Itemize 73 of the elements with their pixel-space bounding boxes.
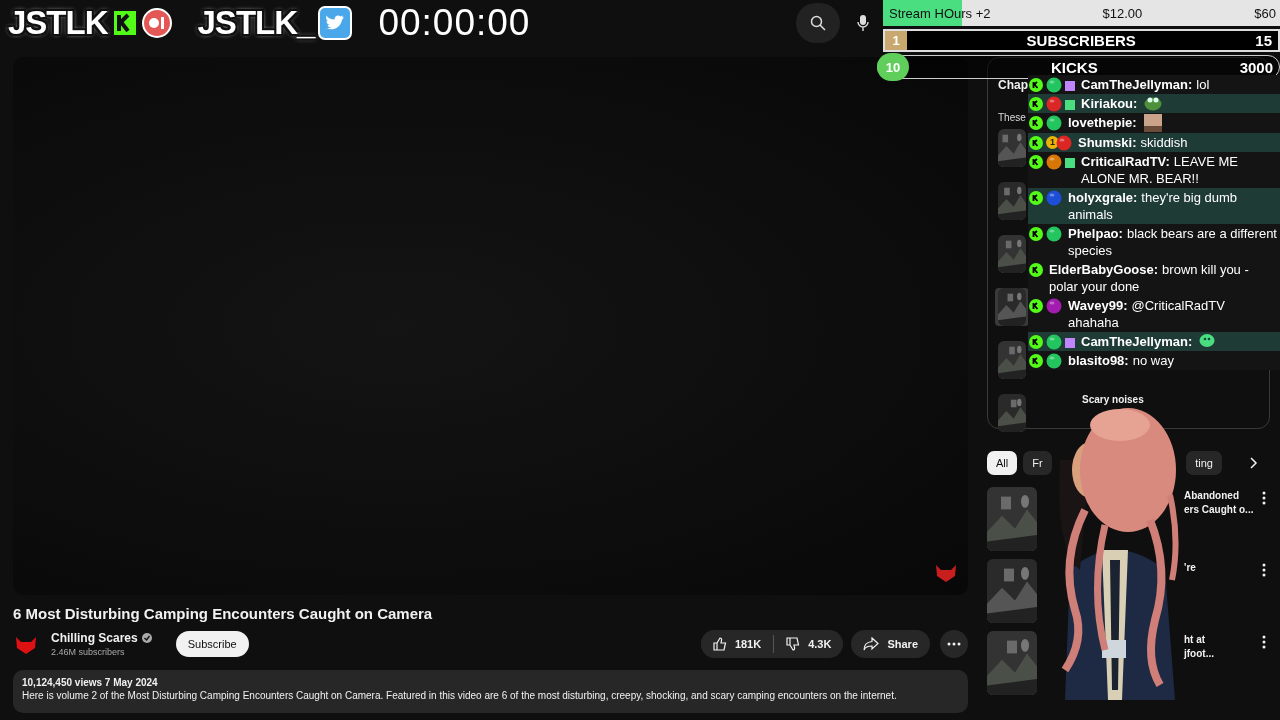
goal-amount: $12.00 [1102,5,1143,21]
thumbs-up-icon [712,637,727,651]
filter-chip[interactable]: ting [1186,451,1222,475]
filter-chip[interactable]: All [987,451,1018,475]
video-title-fragment[interactable]: 're [1184,561,1254,575]
chapter-title: Scary noises [1082,394,1144,405]
more-vertical-icon[interactable] [1262,563,1266,577]
description-text: Here is volume 2 of the Most Disturbing Camping Encounters Caught on Camera. Featured in this video are 6 of the most disturbing, creepy, shocking, and scary camping encounters on the internet. [22,690,898,701]
chapter-item[interactable] [995,288,1029,326]
kicks-badge: 10 [877,53,909,81]
kick-badge-icon [1029,298,1043,313]
photo-emote-icon [1143,114,1162,132]
chat-message: blasito98: no way [1068,352,1174,369]
chapter-item[interactable] [995,235,1029,273]
kick-badge-icon [1029,154,1043,169]
chapter-item[interactable] [995,394,1029,432]
goal-target: $60 [1254,5,1276,21]
kick-badge-icon [1029,135,1043,150]
search-icon [810,15,826,31]
kick-badge-icon [1029,77,1043,92]
chevron-right-icon[interactable] [1248,457,1258,469]
frog-emote-icon [1144,95,1163,111]
microphone-icon [857,15,869,31]
bird-logo-icon [318,6,353,40]
more-button[interactable] [940,630,968,658]
share-icon [863,637,880,651]
subscribers-label: SUBSCRIBERS [1025,32,1137,49]
chat-message: Wavey99: @CriticalRadTV ahahaha [1068,297,1226,331]
chat-message: CriticalRadTV: LEAVE ME ALONE MR. BEAR!! [1081,153,1239,187]
more-vertical-icon[interactable] [1262,491,1266,505]
blob-emote-icon [1199,333,1216,347]
video-title-fragment[interactable]: Abandoned ers Caught o... [1184,489,1254,517]
video-title-fragment[interactable]: ht at jfoot... [1184,633,1254,661]
kicks-value: 3000 [1239,58,1274,76]
kick-badge-icon [1029,96,1043,111]
kick-badge-icon [1029,353,1043,368]
video-title: 6 Most Disturbing Camping Encounters Caught on Camera [13,605,434,622]
stream-timer: 00:00:00 [378,2,531,44]
subscriber-count: 2.46M subscribers [51,647,126,657]
chat-message: ElderBabyGoose: brown kill you - polar your done [1049,261,1250,295]
more-icon [947,642,961,646]
kick-badge-icon [1029,226,1043,241]
chat-message: Shumski: skiddish [1078,134,1188,151]
chapter-item[interactable] [995,129,1029,167]
kicks-label: KICKS [1049,58,1099,76]
subscribers-value: 15 [1255,32,1273,49]
filter-chip[interactable]: Fr [1023,451,1052,475]
kick-logo-icon [111,9,138,37]
chat-message: Kiriakou: [1081,95,1139,112]
subscribers-badge: 1 [885,31,907,50]
chapter-item[interactable] [995,341,1029,379]
record-icon [141,8,172,38]
kick-badge-icon [1029,115,1043,130]
chat-message: CamTheJellyman: [1081,333,1194,350]
kick-badge-icon [1029,334,1043,349]
chapters-subtitle: These [998,112,1026,123]
kick-badge-icon [1029,262,1043,277]
chapters-title: Chap [998,78,1028,92]
kick-badge-icon [1029,190,1043,205]
thumbs-down-icon [786,637,801,651]
channel-name[interactable]: Chilling Scares [51,631,138,645]
more-vertical-icon[interactable] [1262,635,1266,649]
chapter-item[interactable] [995,182,1029,220]
channel-logo-text: JSTLK [8,4,108,42]
chat-message: CamTheJellyman: lol [1081,76,1210,93]
description-panel[interactable] [13,670,968,713]
subscribe-button[interactable]: Subscribe [175,631,249,657]
search-button[interactable] [796,3,840,43]
share-button[interactable]: Share [851,630,930,658]
chat-message: lovethepie: [1068,114,1138,131]
dislike-button[interactable]: 4.3K [773,635,844,653]
channel-logo-text: JSTLK_ [197,4,315,42]
view-count-date: 10,124,450 views 7 May 2024 [22,677,159,688]
